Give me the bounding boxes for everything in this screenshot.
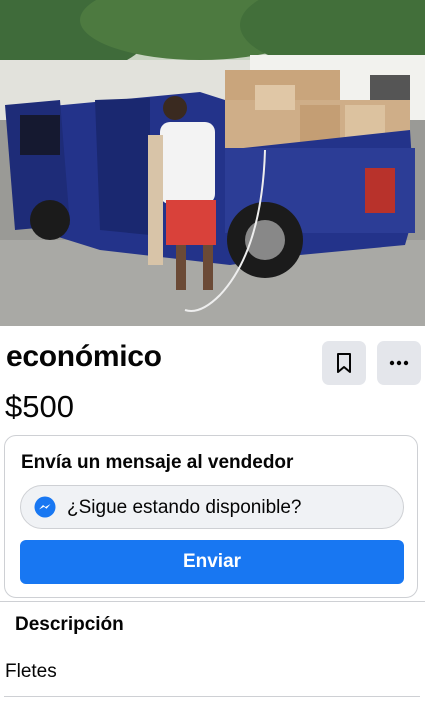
message-seller-card: Envía un mensaje al vendedor ¿Sigue esta… (4, 435, 418, 598)
message-input[interactable]: ¿Sigue estando disponible? (20, 485, 404, 529)
bookmark-icon (337, 353, 351, 373)
message-input-value: ¿Sigue estando disponible? (67, 497, 302, 518)
divider (0, 601, 425, 602)
listing-photo[interactable] (0, 0, 425, 326)
description-heading: Descripción (15, 614, 124, 635)
description-text: Fletes (5, 661, 57, 682)
listing-price: $500 (5, 389, 74, 424)
divider (4, 696, 420, 697)
message-seller-heading: Envía un mensaje al vendedor (21, 452, 294, 473)
listing-photo-art (0, 0, 425, 326)
more-options-button[interactable] (377, 341, 421, 385)
save-button[interactable] (322, 341, 366, 385)
listing-title: económico (6, 340, 162, 373)
send-button[interactable]: Enviar (20, 540, 404, 584)
messenger-icon (34, 496, 56, 523)
more-horizontal-icon (389, 360, 409, 366)
